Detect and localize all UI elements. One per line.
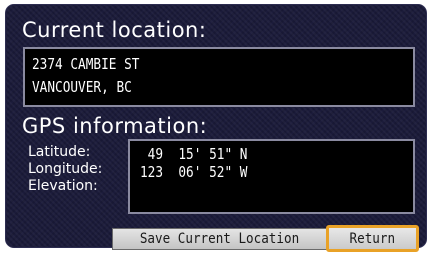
gps-values-box: 49 15' 51" N 123 06' 52" W (128, 139, 415, 214)
elevation-label: Elevation: (28, 178, 98, 194)
longitude-label: Longitude: (28, 161, 103, 177)
save-current-location-button[interactable]: Save Current Location (112, 228, 327, 250)
longitude-value: 123 06' 52" W (140, 163, 248, 181)
return-button[interactable]: Return (326, 225, 419, 252)
navigation-screen: Current location: 2374 CAMBIE ST VANCOUV… (5, 4, 427, 252)
address-box: 2374 CAMBIE ST VANCOUVER, BC (23, 47, 415, 107)
save-current-location-label: Save Current Location (139, 231, 300, 247)
latitude-label: Latitude: (28, 144, 91, 160)
latitude-value: 49 15' 51" N (140, 145, 248, 163)
gps-information-heading: GPS information: (22, 114, 208, 138)
address-city: VANCOUVER, BC (32, 78, 132, 96)
current-location-heading: Current location: (22, 18, 207, 42)
return-label: Return (349, 230, 396, 247)
address-street: 2374 CAMBIE ST (32, 55, 140, 73)
